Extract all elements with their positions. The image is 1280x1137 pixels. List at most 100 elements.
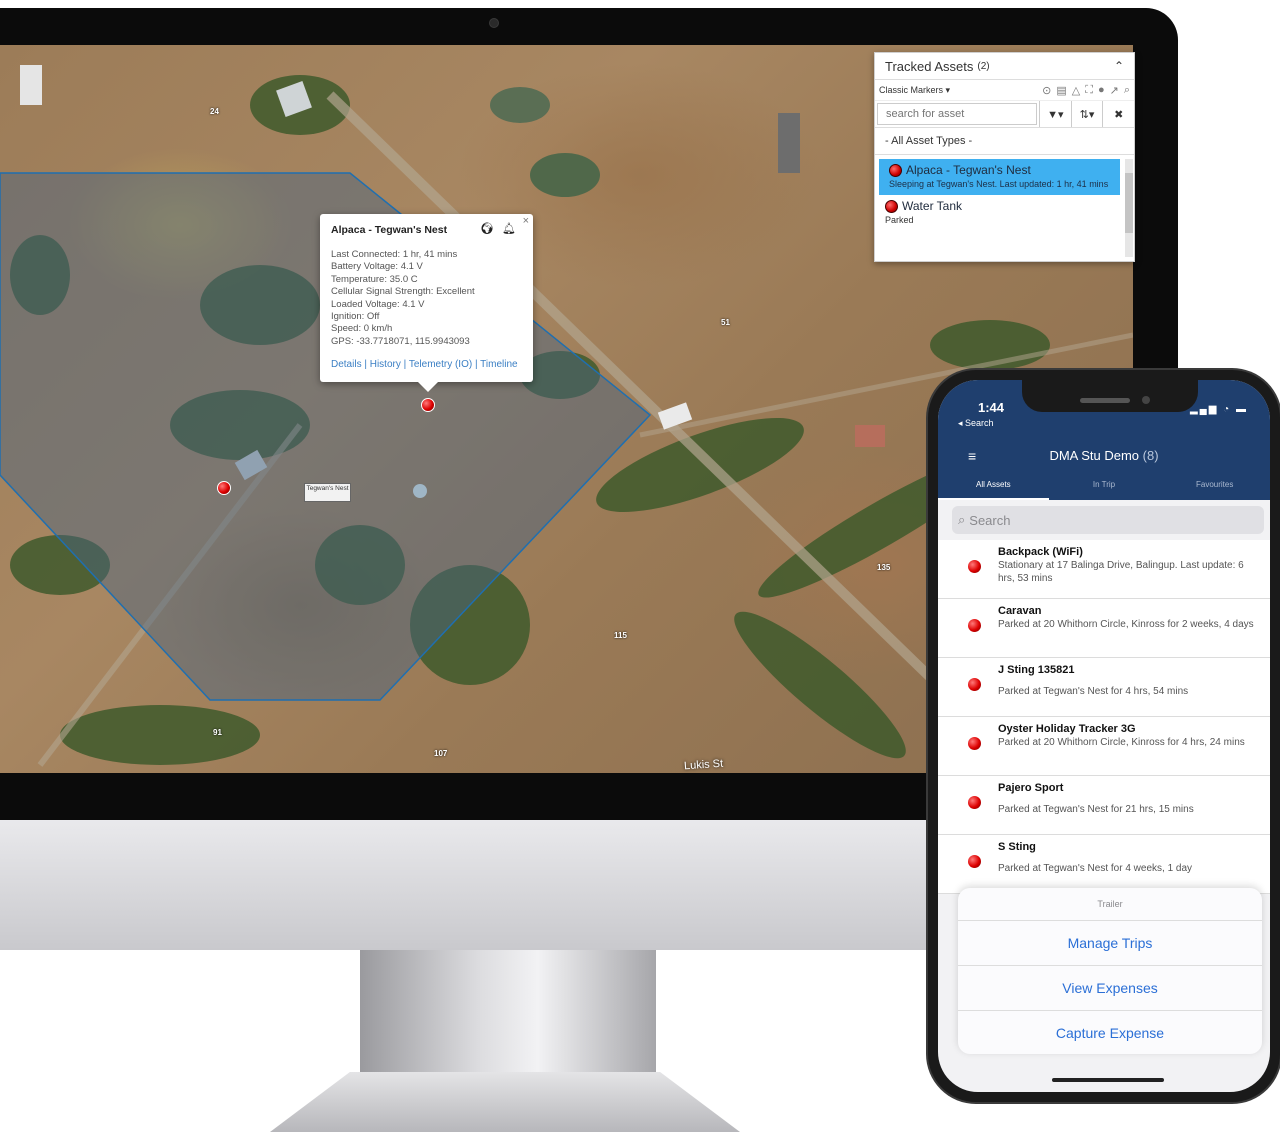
asset-name: Pajero Sport [998, 782, 1064, 794]
status-dot-icon [968, 619, 981, 632]
view-expenses-button[interactable]: View Expenses [958, 966, 1262, 1011]
asset-tabs: All Assets In Trip Favourites [938, 476, 1270, 500]
panel-title: Tracked Assets [885, 58, 974, 74]
status-dot-icon [968, 678, 981, 691]
speaker [1080, 398, 1130, 403]
search-input[interactable]: ⌕ Search [952, 506, 1264, 534]
panel-header: Tracked Assets (2) ⌃ [875, 53, 1134, 80]
asset-status: Parked [885, 215, 914, 225]
imac-stand [360, 950, 656, 1076]
asset-status: Parked at 20 Whithorn Circle, Kinross fo… [998, 737, 1245, 748]
bell-icon[interactable]: 🔔︎ [502, 222, 516, 235]
asset-type-select[interactable]: - All Asset Types - [875, 128, 1134, 155]
smartphone: 1:44 ◂ Search ▂▄▆ ◔ ▬ ≡ DMA Stu Demo (8)… [928, 370, 1280, 1102]
list-item[interactable]: J Sting 135821 Parked at Tegwan's Nest f… [938, 658, 1270, 717]
globe-icon[interactable]: ● [1098, 84, 1105, 97]
timeline-link[interactable]: Timeline [480, 359, 517, 370]
capture-expense-button[interactable]: Capture Expense [958, 1011, 1262, 1055]
road-number: 115 [614, 631, 627, 640]
close-icon[interactable]: × [523, 215, 529, 227]
search-placeholder: Search [969, 512, 1011, 528]
ignition: Ignition: Off [331, 311, 380, 323]
road-number: 135 [877, 563, 891, 572]
asset-item-water-tank[interactable]: Water Tank Parked [875, 195, 1134, 231]
signal-strength: Cellular Signal Strength: Excellent [331, 286, 475, 298]
road-icon[interactable]: △ [1072, 84, 1080, 97]
tab-all-assets[interactable]: All Assets [938, 476, 1049, 500]
status-dot-icon [968, 855, 981, 868]
road-number: 107 [434, 749, 448, 758]
speed: Speed: 0 km/h [331, 323, 393, 335]
tab-in-trip[interactable]: In Trip [1049, 476, 1160, 500]
marker-style-dropdown[interactable]: Classic Markers ▾ [879, 85, 950, 96]
asset-count: (8) [1142, 448, 1159, 463]
status-dot-icon [968, 796, 981, 809]
asset-marker-alpaca[interactable] [421, 398, 435, 412]
action-sheet-title: Trailer [958, 888, 1262, 921]
telemetry-link[interactable]: Telemetry (IO) [409, 359, 472, 370]
status-dot-icon [968, 737, 981, 750]
asset-name: Caravan [998, 605, 1042, 617]
asset-status: Parked at Tegwan's Nest for 4 hrs, 54 mi… [998, 686, 1189, 697]
battery-voltage: Battery Voltage: 4.1 V [331, 261, 423, 273]
account-name: DMA Stu Demo [1049, 448, 1140, 463]
front-camera [1142, 396, 1150, 404]
search-icon[interactable]: ⌕ [1124, 84, 1130, 97]
asset-name: Oyster Holiday Tracker 3G [998, 723, 1136, 735]
imac-stand-foot [270, 1072, 740, 1132]
asset-name: J Sting 135821 [998, 664, 1075, 676]
fullscreen-icon[interactable]: ⛶ [1085, 84, 1093, 97]
asset-name: S Sting [998, 841, 1036, 853]
home-indicator[interactable] [1052, 1078, 1164, 1082]
popup-icons: 🌍︎ 🔔︎ [480, 222, 516, 235]
asset-status: Parked at Tegwan's Nest for 21 hrs, 15 m… [998, 804, 1194, 815]
details-link[interactable]: Details [331, 359, 362, 370]
last-connected: Last Connected: 1 hr, 41 mins [331, 249, 458, 260]
list-item[interactable]: Oyster Holiday Tracker 3G Parked at 20 W… [938, 717, 1270, 776]
asset-search-input[interactable] [877, 103, 1037, 125]
asset-item-alpaca[interactable]: Alpaca - Tegwan's Nest Sleeping at Tegwa… [879, 159, 1120, 195]
popup-title: Alpaca - Tegwan's Nest [331, 224, 448, 236]
marker-toolbar: Classic Markers ▾ ⊙ ▤ △ ⛶ ● ↗ ⌕ [875, 80, 1134, 101]
back-to-search[interactable]: ◂ Search [958, 418, 994, 429]
document-icon[interactable]: ▤ [1056, 84, 1066, 97]
asset-popup: Alpaca - Tegwan's Nest 🌍︎ 🔔︎ × Last Conn… [320, 214, 533, 392]
list-item[interactable]: Backpack (WiFi) Stationary at 17 Balinga… [938, 540, 1270, 599]
list-item[interactable]: S Sting Parked at Tegwan's Nest for 4 we… [938, 835, 1270, 894]
asset-count: (2) [977, 60, 990, 72]
list-item[interactable]: Pajero Sport Parked at Tegwan's Nest for… [938, 776, 1270, 835]
scrollbar-thumb[interactable] [1125, 173, 1133, 233]
list-item[interactable]: Caravan Parked at 20 Whithorn Circle, Ki… [938, 599, 1270, 658]
asset-name: Backpack (WiFi) [998, 546, 1083, 558]
panel-scrollbar[interactable] [1125, 159, 1133, 257]
asset-status: Stationary at 17 Balinga Drive, Balingup… [998, 560, 1244, 584]
target-icon[interactable]: ⊙ [1042, 84, 1051, 97]
gps: GPS: -33.7718071, 115.9943093 [331, 335, 470, 347]
tracked-assets-panel: Tracked Assets (2) ⌃ Classic Markers ▾ ⊙… [874, 52, 1135, 262]
popup-links: Details | History | Telemetry (IO) | Tim… [331, 359, 518, 370]
sort-button[interactable]: ⇅▾ [1070, 101, 1103, 127]
asset-name: Water Tank [902, 199, 963, 213]
asset-status: Sleeping at Tegwan's Nest. Last updated:… [889, 179, 1109, 189]
globe-icon[interactable]: 🌍︎ [480, 222, 494, 235]
road-number: 91 [213, 728, 222, 737]
popup-details: Last Connected: 1 hr, 41 mins Battery Vo… [331, 249, 475, 348]
road-number: 51 [721, 318, 730, 327]
asset-status: Parked at Tegwan's Nest for 4 weeks, 1 d… [998, 863, 1193, 874]
asset-list: Backpack (WiFi) Stationary at 17 Balinga… [938, 540, 1270, 894]
asset-marker-water-tank[interactable] [217, 481, 231, 495]
pin-icon[interactable]: ↗ [1110, 84, 1119, 97]
tab-favourites[interactable]: Favourites [1159, 476, 1270, 500]
manage-trips-button[interactable]: Manage Trips [958, 921, 1262, 966]
phone-notch [1022, 380, 1198, 412]
asset-name: Alpaca - Tegwan's Nest [906, 163, 1031, 177]
signal-wifi-battery-icon: ▂▄▆ ◔ ▬ [1189, 404, 1248, 415]
webcam-icon [489, 18, 499, 28]
search-icon: ⌕ [958, 512, 966, 527]
chevron-up-icon[interactable]: ⌃ [1114, 59, 1124, 73]
status-dot-icon [968, 560, 981, 573]
filter-button[interactable]: ▼▾ [1039, 101, 1071, 127]
app-title: DMA Stu Demo (8) [938, 448, 1270, 463]
clear-button[interactable]: ✖ [1102, 101, 1134, 127]
history-link[interactable]: History [370, 359, 401, 370]
